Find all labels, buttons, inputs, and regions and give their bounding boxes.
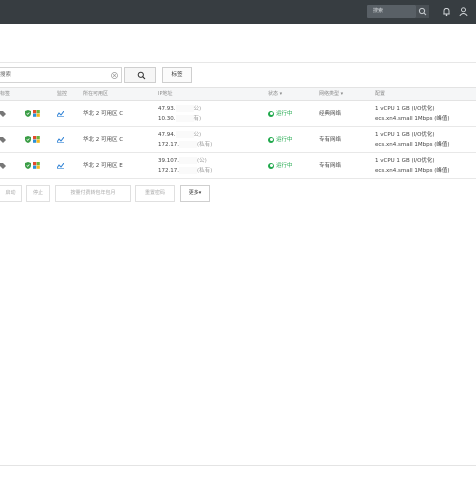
convert-to-subscription-button[interactable]: 按量付费转包年包月: [55, 185, 131, 202]
reset-password-button[interactable]: 重置密码: [135, 185, 175, 202]
public-ip: 47.94. 公): [158, 131, 202, 138]
windows-os-icon: [33, 162, 40, 169]
zone-value: 华北 2 可用区 C: [83, 111, 124, 117]
column-header-ip: IP地址: [158, 91, 173, 97]
clear-icon[interactable]: [111, 72, 118, 79]
search-placeholder: 搜索: [0, 72, 12, 78]
shield-icon: [25, 136, 31, 143]
windows-os-icon: [33, 110, 40, 117]
config-instance-type: ecs.xn4.small 1Mbps (峰值): [375, 142, 450, 148]
column-header-network[interactable]: 网络类型 ▾: [319, 88, 343, 100]
network-type: 专有网络: [319, 137, 342, 143]
column-header-tag: 标签: [0, 91, 11, 97]
divider: [0, 62, 476, 63]
instance-search-input[interactable]: 搜索: [0, 67, 122, 83]
tag-icon[interactable]: [0, 137, 6, 143]
global-search-input[interactable]: 搜索: [367, 5, 416, 18]
config-spec: 1 vCPU 1 GB (I/O优化): [375, 132, 435, 138]
windows-os-icon: [33, 136, 40, 143]
search-button[interactable]: [124, 67, 156, 83]
monitor-chart-icon[interactable]: [57, 111, 64, 117]
monitor-chart-icon[interactable]: [57, 137, 64, 143]
global-search-button[interactable]: [416, 5, 429, 18]
column-header-monitor: 监控: [57, 91, 68, 97]
private-ip: 172.17. (私有): [158, 167, 213, 174]
zone-value: 华北 2 可用区 C: [83, 137, 124, 143]
more-actions-dropdown[interactable]: 更多▾: [180, 185, 210, 202]
config-instance-type: ecs.xn4.small 1Mbps (峰值): [375, 168, 450, 174]
running-status-icon: [268, 136, 274, 143]
search-icon: [418, 7, 427, 16]
public-ip: 39.107. (公): [158, 157, 207, 164]
table-row: 华北 2 可用区 E 39.107. (公) 172.17. (私有) 运行中 专有…: [0, 154, 476, 179]
status-badge: 运行中: [268, 110, 293, 118]
top-navigation-bar: 搜索: [0, 0, 476, 24]
table-row: 华北 2 可用区 C 47.94. 公) 172.17. (私有) 运行中 专有网络…: [0, 128, 476, 153]
divider: [0, 465, 476, 466]
stop-button[interactable]: 停止: [26, 185, 50, 202]
shield-icon: [25, 162, 31, 169]
private-ip: 172.17. (私有): [158, 141, 213, 148]
public-ip: 47.93. 公): [158, 105, 202, 112]
config-instance-type: ecs.xn4.small 1Mbps (峰值): [375, 116, 450, 122]
table-header: 标签 监控 所在可用区 IP地址 状态 ▾ 网络类型 ▾ 配置: [0, 87, 476, 101]
column-header-zone: 所在可用区: [83, 91, 109, 97]
running-status-icon: [268, 110, 274, 117]
status-badge: 运行中: [268, 136, 293, 144]
zone-value: 华北 2 可用区 E: [83, 163, 123, 169]
network-type: 专有网络: [319, 163, 342, 169]
tag-icon[interactable]: [0, 111, 6, 117]
config-spec: 1 vCPU 1 GB (I/O优化): [375, 106, 435, 112]
running-status-icon: [268, 162, 274, 169]
notification-bell-icon[interactable]: [441, 6, 452, 17]
private-ip: 10.30. 有): [158, 115, 202, 122]
tag-filter-button[interactable]: 标签: [162, 67, 192, 83]
status-badge: 运行中: [268, 162, 293, 170]
table-row: 华北 2 可用区 C 47.93. 公) 10.30. 有) 运行中 经典网络 1 …: [0, 102, 476, 127]
search-icon: [137, 71, 146, 80]
shield-icon: [25, 110, 31, 117]
column-header-config: 配置: [375, 91, 386, 97]
config-spec: 1 vCPU 1 GB (I/O优化): [375, 158, 435, 164]
start-button[interactable]: 启动: [0, 185, 22, 202]
network-type: 经典网络: [319, 111, 342, 117]
column-header-status[interactable]: 状态 ▾: [268, 88, 282, 100]
monitor-chart-icon[interactable]: [57, 163, 64, 169]
tag-icon[interactable]: [0, 163, 6, 169]
user-account-icon[interactable]: [458, 6, 469, 17]
